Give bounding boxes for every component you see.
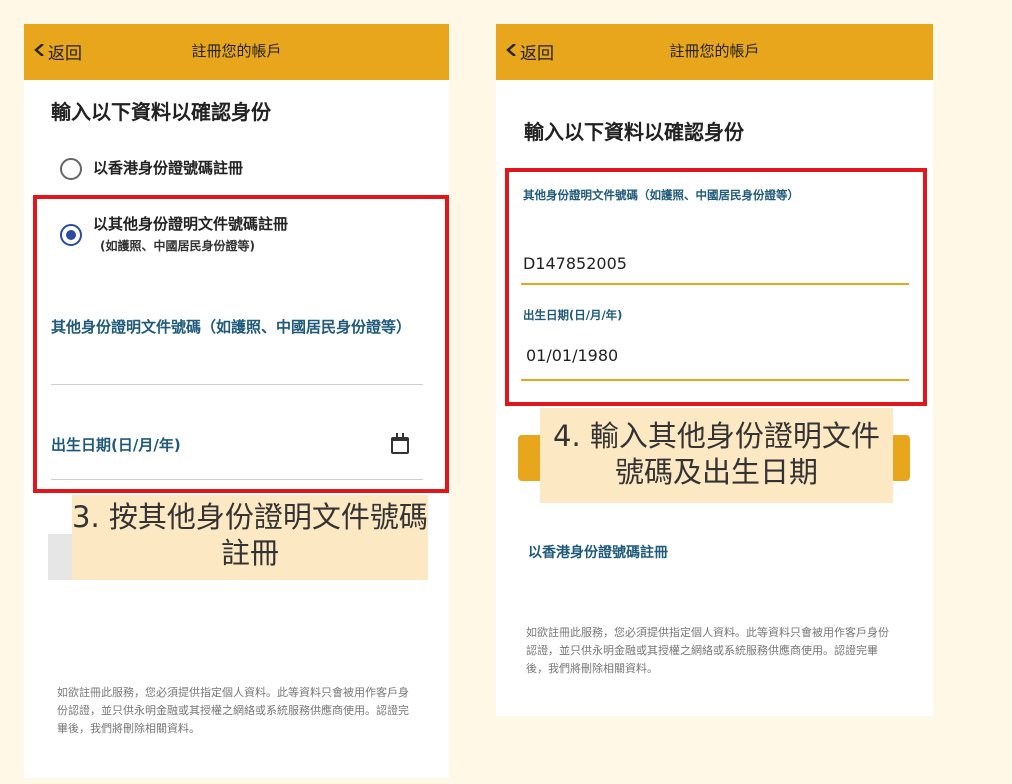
hkid-register-link[interactable]: 以香港身份證號碼註冊 [528,542,668,562]
callout-step3: 3. 按其他身份證明文件號碼註冊 [72,495,428,580]
page-heading: 輸入以下資料以確認身份 [524,120,744,144]
page-heading: 輸入以下資料以確認身份 [51,100,271,124]
highlight-box-step3 [33,195,449,493]
header-title: 註冊您的帳戶 [669,42,760,60]
highlight-box-step4 [505,168,927,406]
app-header: 返回 註冊您的帳戶 [24,24,449,80]
header-title: 註冊您的帳戶 [191,42,282,60]
disclaimer-text: 如欲註冊此服務，您必須提供指定個人資料。此等資料只會被用作客戶身份認證，並只供永… [57,686,409,735]
radio-hkid-label[interactable]: 以香港身份證號碼註冊 [93,157,243,178]
radio-hkid[interactable] [60,158,82,180]
disclaimer-text: 如欲註冊此服務，您必須提供指定個人資料。此等資料只會被用作客戶身份認證，並只供永… [526,626,889,675]
app-header: 返回 註冊您的帳戶 [496,24,933,80]
callout-step4: 4. 輸入其他身份證明文件號碼及出生日期 [540,408,893,503]
